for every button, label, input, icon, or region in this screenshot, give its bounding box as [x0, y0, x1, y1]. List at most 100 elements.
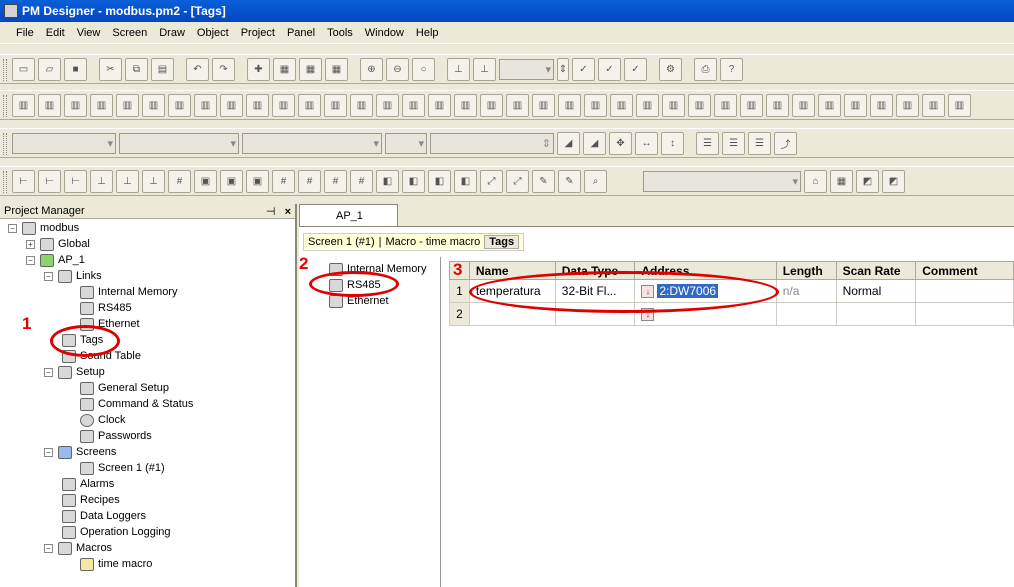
move-icon[interactable]: ✥: [609, 131, 632, 155]
breadcrumb-screen[interactable]: Screen 1 (#1): [308, 236, 375, 248]
tree-node-passwords[interactable]: Passwords: [80, 428, 152, 444]
zoom-out-icon[interactable]: ⊖: [386, 57, 409, 81]
cut-icon[interactable]: ✂: [99, 57, 122, 81]
layer-combo[interactable]: ▾: [643, 170, 801, 192]
column-scan-rate[interactable]: Scan Rate: [835, 261, 917, 280]
object-icon[interactable]: ▥: [480, 93, 503, 117]
fit-icon[interactable]: ⤢: [506, 169, 529, 193]
menu-project[interactable]: Project: [241, 27, 275, 39]
align-icon[interactable]: ⊥: [116, 169, 139, 193]
tree-node-internal-memory[interactable]: Internal Memory: [80, 284, 177, 300]
pen-icon[interactable]: ✎: [558, 169, 581, 193]
grid-icon[interactable]: #: [168, 169, 191, 193]
grid-icon[interactable]: #: [298, 169, 321, 193]
group-icon[interactable]: ▣: [194, 169, 217, 193]
align-icon[interactable]: ⊥: [90, 169, 113, 193]
object-icon[interactable]: ▥: [324, 93, 347, 117]
object-icon[interactable]: ▥: [766, 93, 789, 117]
object-icon[interactable]: ▥: [870, 93, 893, 117]
zoom-icon[interactable]: ○: [412, 57, 435, 81]
save-icon[interactable]: ■: [64, 57, 87, 81]
cell-scan-rate[interactable]: [835, 302, 917, 326]
object-icon[interactable]: ▥: [298, 93, 321, 117]
row-index[interactable]: 2: [449, 302, 470, 326]
object-icon[interactable]: ▥: [714, 93, 737, 117]
close-icon[interactable]: ×: [285, 206, 291, 218]
size-combo[interactable]: ▾: [385, 132, 427, 154]
cell-length[interactable]: [775, 302, 837, 326]
tree-node-macros[interactable]: − Macros: [44, 540, 112, 556]
home-icon[interactable]: ⌂: [804, 169, 827, 193]
row-index[interactable]: 1: [449, 279, 470, 303]
pen-icon[interactable]: ✎: [532, 169, 555, 193]
object-icon[interactable]: ▥: [740, 93, 763, 117]
cell-comment[interactable]: [915, 279, 1014, 303]
tree-node-operation-logging[interactable]: Operation Logging: [62, 524, 171, 540]
tree-node-recipes[interactable]: Recipes: [62, 492, 120, 508]
tree-node-screen-1[interactable]: Screen 1 (#1): [80, 460, 165, 476]
value-combo[interactable]: ⇕: [430, 132, 554, 154]
tree-node-rs485[interactable]: RS485: [80, 300, 132, 316]
add-object-icon[interactable]: ✚: [247, 57, 270, 81]
fit-icon[interactable]: ⤢: [480, 169, 503, 193]
object-icon[interactable]: ▥: [272, 93, 295, 117]
object-icon[interactable]: ▥: [376, 93, 399, 117]
pin-icon[interactable]: ⊣: [266, 206, 276, 218]
screen-icon[interactable]: ▦: [325, 57, 348, 81]
align-left-icon[interactable]: ☰: [696, 131, 719, 155]
bit-icon[interactable]: ⊥: [473, 57, 496, 81]
style-combo[interactable]: ▾: [119, 132, 239, 154]
breadcrumb-macro[interactable]: Macro - time macro: [386, 236, 481, 248]
v-resize-icon[interactable]: ↕: [661, 131, 684, 155]
tree-node-ap1[interactable]: − AP_1: [26, 252, 85, 268]
tree-node-modbus[interactable]: − modbus: [8, 220, 79, 236]
menu-object[interactable]: Object: [197, 27, 229, 39]
grid-icon[interactable]: #: [272, 169, 295, 193]
tree-node-data-loggers[interactable]: Data Loggers: [62, 508, 146, 524]
cell-comment[interactable]: [915, 302, 1014, 326]
draw-icon[interactable]: ◩: [882, 169, 905, 193]
copy-icon[interactable]: ⧉: [125, 57, 148, 81]
group-icon[interactable]: ▣: [246, 169, 269, 193]
compile-icon[interactable]: ✓: [624, 57, 647, 81]
object-icon[interactable]: ▥: [558, 93, 581, 117]
group-icon[interactable]: ▣: [220, 169, 243, 193]
shape-icon[interactable]: ◢: [557, 131, 580, 155]
object-icon[interactable]: ▥: [428, 93, 451, 117]
open-icon[interactable]: ▱: [38, 57, 61, 81]
layer-icon[interactable]: ◧: [402, 169, 425, 193]
object-icon[interactable]: ▥: [246, 93, 269, 117]
h-resize-icon[interactable]: ↔: [635, 131, 658, 155]
object-icon[interactable]: ▥: [90, 93, 113, 117]
tree-node-global[interactable]: + Global: [26, 236, 90, 252]
object-icon[interactable]: ▥: [844, 93, 867, 117]
toolbar-grip[interactable]: [3, 171, 7, 193]
undo-icon[interactable]: ↶: [186, 57, 209, 81]
object-icon[interactable]: ▥: [506, 93, 529, 117]
compile-icon[interactable]: ✓: [598, 57, 621, 81]
menu-tools[interactable]: Tools: [327, 27, 353, 39]
layer-icon[interactable]: ◧: [376, 169, 399, 193]
redo-icon[interactable]: ↷: [212, 57, 235, 81]
object-icon[interactable]: ▥: [532, 93, 555, 117]
zoom-in-icon[interactable]: ⊕: [360, 57, 383, 81]
object-icon[interactable]: ▥: [116, 93, 139, 117]
draw-icon[interactable]: ◩: [856, 169, 879, 193]
tree-node-alarms[interactable]: Alarms: [62, 476, 114, 492]
tree-node-setup[interactable]: − Setup: [44, 364, 105, 380]
compile-icon[interactable]: ✓: [572, 57, 595, 81]
tab-ap1[interactable]: AP_1: [299, 204, 398, 226]
breadcrumb-tags[interactable]: Tags: [484, 235, 520, 249]
object-icon[interactable]: ▥: [636, 93, 659, 117]
object-icon[interactable]: ▥: [922, 93, 945, 117]
menu-help[interactable]: Help: [416, 27, 439, 39]
object-icon[interactable]: ▥: [662, 93, 685, 117]
tree-node-screens[interactable]: − Screens: [44, 444, 116, 460]
menu-edit[interactable]: Edit: [46, 27, 65, 39]
font-combo[interactable]: ▾: [12, 132, 116, 154]
align-icon[interactable]: ⊥: [142, 169, 165, 193]
screen-icon[interactable]: ▦: [299, 57, 322, 81]
object-icon[interactable]: ▥: [350, 93, 373, 117]
spin-icon[interactable]: ⇕: [557, 57, 569, 81]
object-icon[interactable]: ▥: [610, 93, 633, 117]
